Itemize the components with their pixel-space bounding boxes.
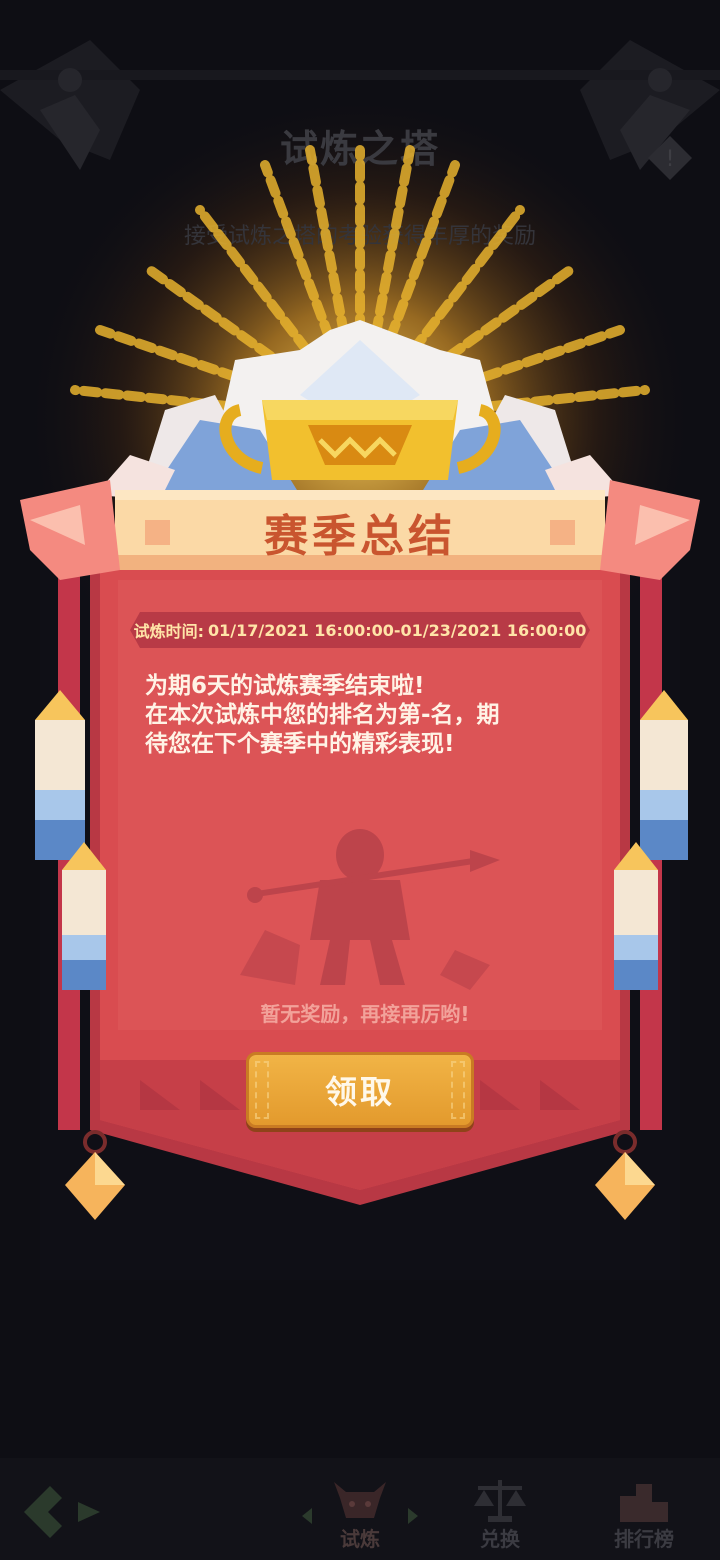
scale-icon bbox=[474, 1480, 526, 1522]
back-arrow-icon[interactable] bbox=[20, 1480, 110, 1544]
gem-pendant-right bbox=[595, 1130, 655, 1220]
message-line: 待您在下个赛季中的精彩表现! bbox=[145, 731, 455, 757]
message-line: 在本次试炼中您的排名为第-名，期 bbox=[145, 702, 500, 728]
claim-button-label: 领取 bbox=[324, 1073, 395, 1111]
button-left-ornament bbox=[255, 1061, 269, 1119]
tab-ranking-label: 排行榜 bbox=[614, 1527, 674, 1551]
tab-trial-label: 试炼 bbox=[340, 1527, 380, 1551]
message-line: 为期6天的试炼赛季结束啦! bbox=[145, 673, 425, 699]
tab-exchange-label: 兑换 bbox=[480, 1527, 520, 1551]
trial-time-range: 01/17/2021 16:00:00-01/23/2021 16:00:00 bbox=[207, 620, 587, 640]
claim-button[interactable]: 领取 bbox=[246, 1052, 474, 1128]
season-summary-title: 赛季总结 bbox=[264, 511, 456, 562]
ranking-podium-icon bbox=[620, 1484, 668, 1522]
tab-trial[interactable]: 试炼 bbox=[302, 1468, 418, 1558]
gem-pendant-left bbox=[65, 1130, 125, 1220]
trial-time-label: 试炼时间: bbox=[133, 622, 204, 641]
season-message: 为期6天的试炼赛季结束啦! 在本次试炼中您的排名为第-名，期 待您在下个赛季中的… bbox=[145, 672, 605, 759]
trial-time-bar: 试炼时间: 01/17/2021 16:00:00-01/23/2021 16:… bbox=[134, 612, 587, 648]
tab-exchange[interactable]: 兑换 bbox=[452, 1468, 548, 1558]
bull-skull-icon bbox=[334, 1482, 386, 1518]
no-reward-text: 暂无奖励，再接再厉哟! bbox=[260, 1002, 470, 1026]
tab-ranking[interactable]: 排行榜 bbox=[596, 1468, 692, 1558]
button-right-ornament bbox=[451, 1061, 465, 1119]
